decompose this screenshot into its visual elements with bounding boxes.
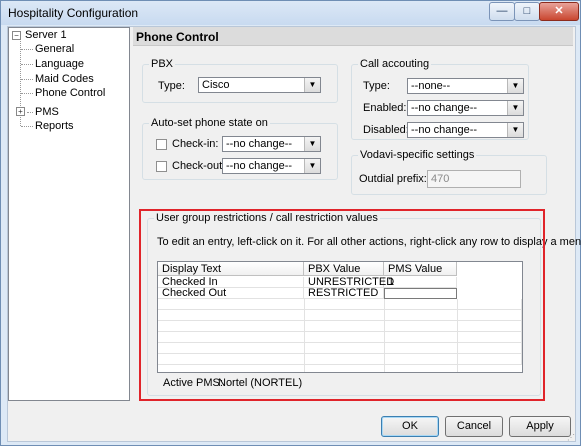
checkin-label: Check-in: [172, 138, 219, 150]
tree-item-phone-control[interactable]: Phone Control [35, 86, 106, 100]
maximize-button[interactable]: □ [514, 2, 540, 21]
tree-line [27, 112, 33, 113]
minimize-button[interactable]: — [489, 2, 515, 21]
ca-type-label: Type: [363, 80, 390, 92]
tree-line [21, 93, 33, 94]
call-accounting-legend: Call accouting [358, 58, 432, 71]
annotation-highlight-box [139, 209, 545, 401]
collapse-icon[interactable]: − [12, 31, 21, 40]
tree-item-pms[interactable]: PMS [35, 105, 59, 119]
ca-disabled-select[interactable]: --no change-- ▼ [407, 122, 524, 138]
pbx-type-value: Cisco [202, 79, 230, 91]
chevron-down-icon[interactable]: ▼ [507, 79, 523, 93]
app-window: Hospitality Configuration — □ ✕ − Server… [0, 0, 581, 446]
window-title: Hospitality Configuration [8, 6, 139, 20]
expand-icon[interactable]: + [16, 107, 25, 116]
title-bar[interactable]: Hospitality Configuration — □ ✕ [1, 1, 580, 25]
pbx-group: PBX Type: Cisco ▼ [142, 58, 338, 103]
tree-item-general[interactable]: General [35, 42, 74, 56]
tree-line [21, 49, 33, 50]
vodavi-legend: Vodavi-specific settings [358, 149, 477, 162]
auto-set-group: Auto-set phone state on Check-in: --no c… [142, 117, 338, 180]
ca-type-value: --none-- [411, 80, 451, 92]
ca-enabled-select[interactable]: --no change-- ▼ [407, 100, 524, 116]
auto-set-legend: Auto-set phone state on [149, 117, 270, 130]
ok-button[interactable]: OK [381, 416, 439, 437]
checkin-select[interactable]: --no change-- ▼ [222, 136, 321, 152]
tree-item-language[interactable]: Language [35, 57, 84, 71]
pbx-type-label: Type: [158, 80, 185, 92]
pbx-legend: PBX [149, 58, 176, 71]
chevron-down-icon[interactable]: ▼ [507, 123, 523, 137]
tree-line [21, 64, 33, 65]
chevron-down-icon[interactable]: ▼ [304, 159, 320, 173]
call-accounting-group: Call accouting Type: --none-- ▼ Enabled:… [351, 58, 529, 140]
outdial-prefix-value: 470 [431, 173, 450, 185]
navigation-tree[interactable]: − Server 1 General Language Maid Codes P… [8, 27, 130, 401]
checkout-checkbox[interactable] [156, 161, 167, 172]
chevron-down-icon[interactable]: ▼ [304, 137, 320, 151]
ca-enabled-value: --no change-- [411, 102, 478, 114]
resize-grip-icon[interactable]: ⋰ [567, 433, 577, 443]
tree-item-maid-codes[interactable]: Maid Codes [35, 72, 94, 86]
ca-enabled-label: Enabled: [363, 102, 407, 114]
tree-item-server-1[interactable]: Server 1 [25, 28, 67, 42]
checkout-label: Check-out: [172, 160, 226, 172]
outdial-label: Outdial prefix: [359, 173, 427, 185]
outdial-prefix-field[interactable]: 470 [427, 170, 521, 188]
checkin-value: --no change-- [226, 138, 293, 150]
ca-disabled-label: Disabled: [363, 124, 409, 136]
checkin-checkbox[interactable] [156, 139, 167, 150]
chevron-down-icon[interactable]: ▼ [507, 101, 523, 115]
vodavi-group: Vodavi-specific settings Outdial prefix:… [351, 149, 547, 195]
tree-line [21, 126, 33, 127]
pbx-type-select[interactable]: Cisco ▼ [198, 77, 321, 93]
apply-button[interactable]: Apply [509, 416, 571, 437]
chevron-down-icon[interactable]: ▼ [304, 78, 320, 92]
ca-disabled-value: --no change-- [411, 124, 478, 136]
tree-line [21, 79, 33, 80]
checkout-value: --no change-- [226, 160, 293, 172]
tree-item-reports[interactable]: Reports [35, 119, 74, 133]
panel-title: Phone Control [136, 30, 219, 44]
close-button[interactable]: ✕ [539, 2, 579, 21]
panel-header: Phone Control [133, 27, 573, 46]
checkout-select[interactable]: --no change-- ▼ [222, 158, 321, 174]
cancel-button[interactable]: Cancel [445, 416, 503, 437]
ca-type-select[interactable]: --none-- ▼ [407, 78, 524, 94]
